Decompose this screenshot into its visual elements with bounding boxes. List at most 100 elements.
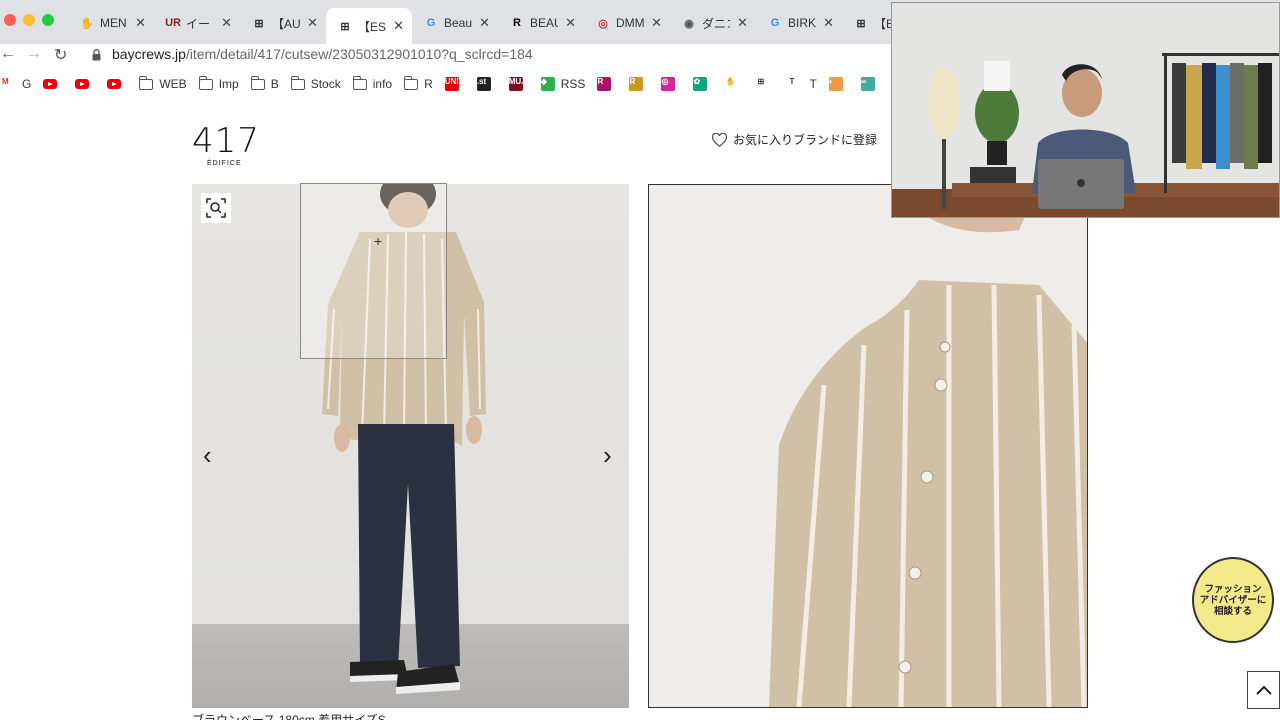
folder-icon [198, 75, 213, 90]
brand-subtitle: ÉDIFICE [207, 160, 242, 167]
zoomed-photo [769, 185, 1087, 707]
tab-4[interactable]: G Beau ✕ [412, 8, 498, 38]
bookmark-label: Stock [310, 77, 341, 91]
bookmark-label: WEB [159, 77, 187, 91]
bookmark-label: Imp [218, 77, 239, 91]
bookmark-label: T [809, 77, 817, 91]
bookmark-21[interactable]: ◐ [828, 77, 849, 91]
bookmark-6[interactable]: B [250, 75, 279, 91]
bookmark-0[interactable]: MG [2, 77, 31, 91]
tab-0[interactable]: ✋ MEN ✕ [68, 8, 154, 38]
baycrews-icon: ⊞ [757, 77, 765, 86]
bookmark-22[interactable]: ∞ [860, 77, 881, 91]
bookmark-12[interactable]: MUJI [508, 77, 529, 91]
zoom-window-button[interactable] [42, 14, 54, 26]
bookmark-4[interactable]: WEB [139, 75, 187, 91]
feedly-icon: ◆ [540, 77, 555, 91]
bookmark-16[interactable]: ◎ [661, 77, 681, 91]
bookmark-label: R [424, 77, 433, 91]
muji-icon: MUJI [508, 77, 528, 91]
chatgpt-icon: ✿ [693, 77, 708, 91]
bookmark-15[interactable]: R [629, 77, 649, 91]
tab-close-icon[interactable]: ✕ [221, 15, 232, 31]
zoom-search-icon [206, 198, 226, 218]
address-bar[interactable]: baycrews.jp/item/detail/417/cutsew/23050… [112, 46, 533, 62]
bookmark-8[interactable]: info [352, 75, 393, 91]
baycrews-icon: ⊞ [254, 17, 264, 30]
tab-8[interactable]: G BIRK ✕ [756, 8, 842, 38]
youtube-icon [75, 79, 90, 89]
chat-line-1: ファッション [1204, 583, 1262, 595]
prev-image-arrow[interactable]: ‹ [203, 440, 212, 471]
scroll-to-top-button[interactable] [1247, 671, 1280, 709]
tab-3[interactable]: ⊞ 【ES ✕ [326, 8, 412, 44]
bookmark-10[interactable]: UNI [444, 77, 465, 91]
bookmark-11[interactable]: .st [476, 77, 497, 91]
baycrews-icon: ⊞ [340, 20, 350, 33]
tab-7[interactable]: ◉ ダニコ ✕ [670, 8, 756, 38]
close-window-button[interactable] [4, 14, 16, 26]
bookmark-5[interactable]: Imp [198, 75, 239, 91]
tab-close-icon[interactable]: ✕ [307, 15, 318, 31]
tab-close-icon[interactable]: ✕ [393, 18, 404, 34]
bookmark-1[interactable] [43, 79, 63, 89]
reload-button[interactable]: ↻ [54, 45, 67, 65]
bookmark-13[interactable]: ◆ RSS [540, 77, 586, 91]
r-magenta-icon: R [597, 77, 612, 91]
bookmark-17[interactable]: ✿ [693, 77, 713, 91]
tab-6[interactable]: ◎ DMM ✕ [584, 8, 670, 38]
google-icon: G [426, 17, 436, 29]
globe-icon: ◉ [684, 17, 694, 30]
chat-text: ファッション アドバイザーに 相談する [1200, 584, 1267, 617]
baycrews-icon: ⊞ [856, 17, 866, 30]
bookmark-label: RSS [560, 77, 586, 91]
tab-close-icon[interactable]: ✕ [651, 15, 662, 31]
browser-window: ✋ MEN ✕ UR イー ✕ ⊞ 【AU ✕ ⊞ 【ES ✕ G Beau ✕ R BEAU ✕ ◎ DMM ✕ ◉ ダニ… [0, 0, 1280, 720]
zoom-button[interactable] [201, 193, 231, 223]
bookmark-3[interactable] [107, 79, 127, 89]
back-button[interactable]: ← [0, 45, 16, 63]
tab-label: 【ES [358, 19, 386, 34]
next-image-arrow[interactable]: › [603, 440, 612, 471]
folder-icon [250, 75, 265, 90]
url-path: /item/detail/417/cutsew/23050312901010?q… [185, 46, 533, 62]
tab-label: Beau [444, 16, 472, 30]
uniqlo-icon: UNI [444, 77, 459, 91]
lock-icon[interactable] [92, 48, 101, 61]
ur-icon: UR [165, 17, 181, 29]
forward-button[interactable]: → [26, 45, 42, 63]
tab-close-icon[interactable]: ✕ [479, 15, 490, 31]
tab-label: ダニコ [702, 16, 730, 31]
tab-close-icon[interactable]: ✕ [823, 15, 834, 31]
fashion-advisor-chat-button[interactable]: ファッション アドバイザーに 相談する [1192, 557, 1274, 643]
bookmark-20[interactable]: TT [789, 77, 816, 91]
tab-1[interactable]: UR イー ✕ [154, 8, 240, 38]
r-icon: R [513, 17, 521, 29]
folder-icon [404, 75, 419, 90]
bookmark-9[interactable]: R [404, 75, 433, 91]
tab-5[interactable]: R BEAU ✕ [498, 8, 584, 38]
zoom-lens[interactable] [300, 183, 447, 359]
bookmark-label: info [372, 77, 393, 91]
hand-icon: ✋ [80, 17, 94, 30]
tab-label: 【AU [272, 16, 300, 31]
tab-2[interactable]: ⊞ 【AU ✕ [240, 8, 326, 38]
folder-icon [290, 75, 305, 90]
circle-icon: ◐ [828, 77, 843, 91]
bookmark-14[interactable]: R [597, 77, 617, 91]
brand-logo[interactable]: 417 [192, 124, 260, 158]
tab-close-icon[interactable]: ✕ [135, 15, 146, 31]
tab-close-icon[interactable]: ✕ [565, 15, 576, 31]
tab-close-icon[interactable]: ✕ [737, 15, 748, 31]
image-caption: ブラウンベース 180cm 着用サイズS [192, 713, 386, 720]
bookmark-18[interactable]: ✋ [725, 77, 745, 91]
chat-line-2: アドバイザーに [1199, 594, 1267, 606]
favorite-brand-button[interactable]: お気に入りブランドに登録 [712, 131, 877, 148]
tab-label: DMM [616, 16, 644, 30]
tab-label: BEAU [530, 16, 558, 30]
bookmark-2[interactable] [75, 79, 95, 89]
minimize-window-button[interactable] [23, 14, 35, 26]
r-gold-icon: R [629, 77, 644, 91]
bookmark-19[interactable]: ⊞ [757, 77, 777, 91]
bookmark-7[interactable]: Stock [290, 75, 341, 91]
